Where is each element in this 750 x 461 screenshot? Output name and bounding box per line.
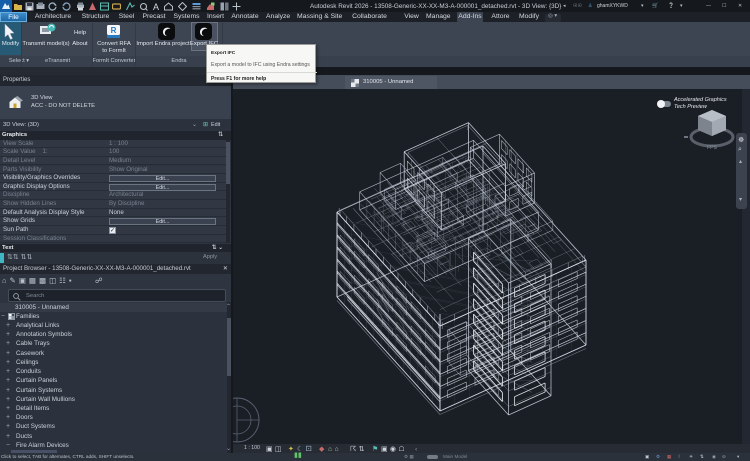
svg-text:FPS: FPS [707, 145, 717, 151]
svg-text:A: A [153, 2, 159, 11]
svg-text:R: R [111, 26, 117, 35]
